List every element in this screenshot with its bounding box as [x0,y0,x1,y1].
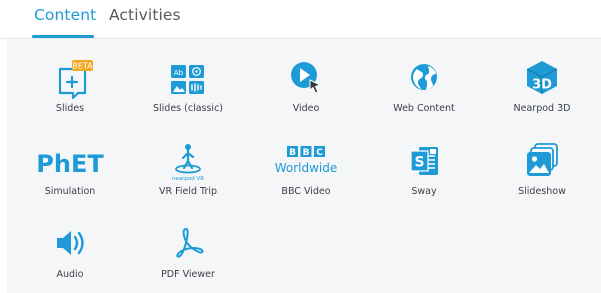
tile-simulation[interactable]: PhET Simulation [15,138,125,210]
tab-content[interactable]: Content [34,6,96,24]
tile-nearpod-3d[interactable]: 3D Nearpod 3D [487,55,597,127]
slides-icon: BETA [15,55,125,105]
tile-slides-classic[interactable]: Ab Slides (classic) [133,55,243,127]
tab-activities[interactable]: Activities [109,6,181,24]
beta-badge: BETA [72,62,93,71]
pdf-viewer-icon [133,221,243,271]
tile-label: Slides (classic) [152,103,223,114]
web-content-icon [369,55,479,105]
tile-bbc-video[interactable]: B B C Worldwide BBC Video [251,138,361,210]
slides-classic-icon: Ab [133,55,243,105]
bbc-letter: B [303,148,310,158]
tile-audio[interactable]: Audio [15,221,125,293]
tile-label: Video [292,103,320,114]
tile-label: Sway [411,186,437,197]
tile-label: Nearpod 3D [513,103,571,114]
tile-label: Audio [56,269,84,280]
tile-web-content[interactable]: Web Content [369,55,479,127]
bbc-letter: B [289,148,296,158]
tile-pdf-viewer[interactable]: PDF Viewer [133,221,243,293]
tile-video[interactable]: Video [251,55,361,127]
worldwide-text: Worldwide [275,161,338,175]
phet-icon: PhET [15,138,125,188]
tile-sway[interactable]: S Sway [369,138,479,210]
tile-label: Slides [55,103,85,114]
active-tab-indicator [32,35,94,38]
nearpod-vr-text: nearpod VR [172,176,204,182]
tile-label: Web Content [393,103,455,114]
tile-label: PDF Viewer [161,269,215,280]
tile-label: Slideshow [518,186,566,197]
bbc-letter: C [316,148,323,158]
tile-label: Simulation [44,186,96,197]
3d-icon-text: 3D [532,78,552,93]
vr-field-trip-icon: nearpod VR [133,138,243,188]
sway-letter: S [414,155,424,171]
slideshow-icon [487,138,597,188]
tile-slideshow[interactable]: Slideshow [487,138,597,210]
nearpod-3d-icon: 3D [487,55,597,105]
tile-vr-field-trip[interactable]: nearpod VR VR Field Trip [133,138,243,210]
video-icon [251,55,361,105]
tile-slides[interactable]: BETA Slides [15,55,125,127]
audio-icon [15,221,125,271]
tile-label: VR Field Trip [158,186,218,197]
bbc-icon: B B C Worldwide [251,138,361,188]
phet-logo-text: PhET [36,150,104,178]
content-panel: BETA Slides Ab Slides (classic) Video We… [7,39,601,293]
sway-icon: S [369,138,479,188]
ab-icon-text: Ab [174,69,184,77]
tab-bar: Content Activities [0,0,601,39]
tile-label: BBC Video [281,186,331,197]
